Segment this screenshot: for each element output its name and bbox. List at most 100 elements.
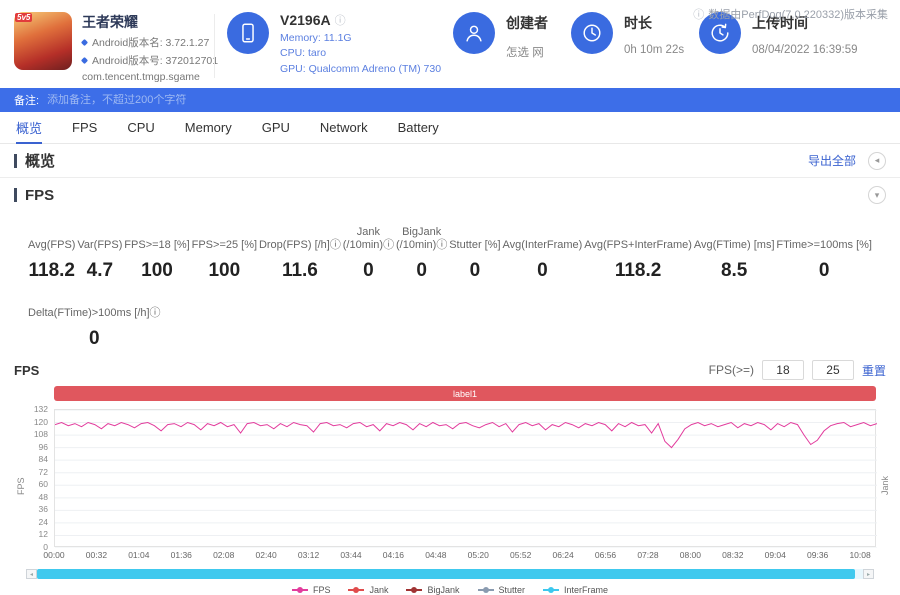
export-all-link[interactable]: 导出全部 <box>808 152 856 169</box>
y-axis-tick: 84 <box>39 454 48 464</box>
info-icon[interactable]: ⓘ <box>335 12 346 28</box>
x-axis-tick: 09:36 <box>807 550 828 560</box>
creator-block: 创建者 怎选 网 <box>453 12 571 60</box>
data-source-text: 数据由PerfDog(7.0.220332)版本采集 <box>708 6 888 22</box>
tab-overview[interactable]: 概览 <box>16 112 42 143</box>
x-axis-tick: 09:04 <box>765 550 786 560</box>
legend-item-bigjank[interactable]: BigJank <box>406 585 459 595</box>
metric-label: FPS>=25 [%] <box>192 226 257 252</box>
metric-drop-fps: Drop(FPS) [/h]ⓘ 11.6 <box>259 226 341 282</box>
scroll-left-button[interactable]: ◂ <box>26 569 37 579</box>
metric-value: 8.5 <box>694 260 775 282</box>
fps-section-header: FPS ▾ <box>0 178 900 212</box>
chart-title: FPS <box>14 363 39 378</box>
tab-gpu[interactable]: GPU <box>262 112 290 143</box>
metric-label[interactable]: Jank (/10min)ⓘ <box>343 226 394 252</box>
x-axis-tick: 01:04 <box>128 550 149 560</box>
scroll-right-button[interactable]: ▸ <box>863 569 874 579</box>
person-icon <box>453 12 495 54</box>
metric-label[interactable]: Drop(FPS) [/h]ⓘ <box>259 226 341 252</box>
y-axis-tick: 72 <box>39 467 48 477</box>
x-axis-tick: 10:08 <box>849 550 870 560</box>
x-axis-tick: 03:44 <box>340 550 361 560</box>
y-axis-tick: 36 <box>39 504 48 514</box>
metric-value: 0 <box>343 260 394 282</box>
metric-value: 100 <box>124 260 189 282</box>
metric-var-fps: Var(FPS) 4.7 <box>77 226 122 282</box>
x-axis-tick: 02:40 <box>255 550 276 560</box>
metric-ftime-ge-100ms: FTime>=100ms [%] 0 <box>776 226 872 282</box>
metric-value: 0 <box>28 328 161 350</box>
clock-icon <box>571 12 613 54</box>
metric-label[interactable]: BigJank (/10min)ⓘ <box>396 226 447 252</box>
phone-icon <box>227 12 269 54</box>
metric-value: 0 <box>502 260 582 282</box>
note-input[interactable] <box>47 94 387 106</box>
note-label: 备注: <box>14 92 39 108</box>
legend-item-jank[interactable]: Jank <box>348 585 388 595</box>
legend-marker-icon <box>292 589 308 591</box>
metric-bigjank: BigJank (/10min)ⓘ 0 <box>396 226 447 282</box>
x-axis-tick: 00:00 <box>43 550 64 560</box>
legend-item-interframe[interactable]: InterFrame <box>543 585 608 595</box>
android-version-name-text: Android版本名: 3.72.1.27 <box>92 35 209 50</box>
legend-label: FPS <box>313 585 331 595</box>
game-badge: 5v5 <box>15 13 32 22</box>
metric-label: FTime>=100ms [%] <box>776 226 872 252</box>
fps-metrics-row2: Delta(FTime)>100ms [/h]ⓘ 0 <box>0 282 900 356</box>
fps-line-chart[interactable] <box>54 409 876 547</box>
game-block: 5v5 王者荣耀 Android版本名: 3.72.1.27 Android版本… <box>14 12 210 83</box>
title-accent-bar <box>14 188 17 202</box>
metric-label[interactable]: Delta(FTime)>100ms [/h]ⓘ <box>28 294 161 320</box>
creator-info: 创建者 怎选 网 <box>506 12 548 60</box>
metric-avg-ftime: Avg(FTime) [ms] 8.5 <box>694 226 775 282</box>
scrollbar-track[interactable] <box>37 569 863 579</box>
game-icon: 5v5 <box>14 12 72 70</box>
metric-delta-ftime: Delta(FTime)>100ms [/h]ⓘ 0 <box>28 294 161 350</box>
metric-value: 11.6 <box>259 260 341 282</box>
tab-memory[interactable]: Memory <box>185 112 232 143</box>
tab-battery[interactable]: Battery <box>398 112 439 143</box>
title-accent-bar <box>14 154 17 168</box>
x-axis-tick: 08:32 <box>722 550 743 560</box>
threshold-low-input[interactable] <box>762 360 804 380</box>
x-axis-tick: 02:08 <box>213 550 234 560</box>
chart-legend: FPS Jank BigJank Stutter InterFrame <box>14 585 886 595</box>
creator-label: 创建者 <box>506 13 548 33</box>
scrollbar-handle[interactable] <box>37 569 855 579</box>
y-axis-title-right: Jank <box>880 476 890 495</box>
legend-label: Jank <box>369 585 388 595</box>
legend-item-fps[interactable]: FPS <box>292 585 331 595</box>
y-axis-tick: 48 <box>39 492 48 502</box>
metric-value: 0 <box>449 260 500 282</box>
collapse-fps-button[interactable]: ▾ <box>868 186 886 204</box>
legend-marker-icon <box>406 589 422 591</box>
package-name: com.tencent.tmgp.sgame <box>82 71 218 83</box>
x-axis-tick: 05:20 <box>468 550 489 560</box>
x-axis-tick: 01:36 <box>171 550 192 560</box>
metric-value: 118.2 <box>28 260 75 282</box>
tab-fps[interactable]: FPS <box>72 112 97 143</box>
chart-scrollbar: ◂ ▸ <box>26 569 874 579</box>
metric-label: Avg(FPS+InterFrame) <box>584 226 692 252</box>
device-info: V2196A ⓘ Memory: 11.1G CPU: taro GPU: Qu… <box>280 12 441 75</box>
reset-link[interactable]: 重置 <box>862 362 886 379</box>
collapse-overview-button[interactable]: ◂ <box>868 152 886 170</box>
tab-cpu[interactable]: CPU <box>127 112 154 143</box>
legend-item-stutter[interactable]: Stutter <box>478 585 526 595</box>
device-gpu: GPU: Qualcomm Adreno (TM) 730 <box>280 63 441 75</box>
android-version-code-text: Android版本号: 372012701 <box>92 53 218 68</box>
y-axis-ticks: 01224364860728496108120132 <box>26 409 50 547</box>
legend-marker-icon <box>543 589 559 591</box>
chart-controls: FPS(>=) 重置 <box>709 360 886 380</box>
y-axis-tick: 132 <box>34 404 48 414</box>
game-title: 王者荣耀 <box>82 12 218 32</box>
metric-value: 118.2 <box>584 260 692 282</box>
y-axis-tick: 60 <box>39 479 48 489</box>
threshold-high-input[interactable] <box>812 360 854 380</box>
metric-stutter: Stutter [%] 0 <box>449 226 500 282</box>
x-axis-tick: 05:52 <box>510 550 531 560</box>
legend-label: Stutter <box>499 585 526 595</box>
fps-chart-panel: FPS FPS(>=) 重置 label1 FPS Jank 012243648… <box>0 358 900 595</box>
tab-network[interactable]: Network <box>320 112 368 143</box>
